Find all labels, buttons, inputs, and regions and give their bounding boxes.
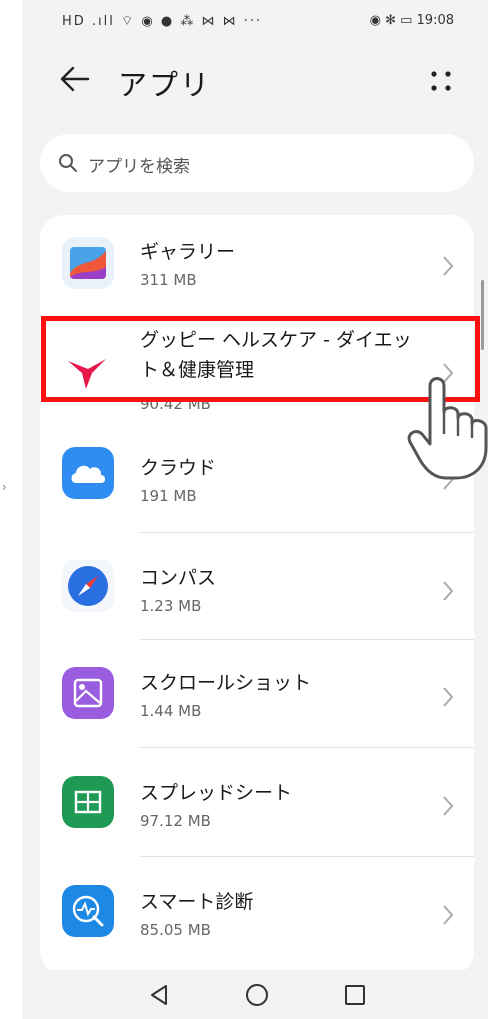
smart-diagnosis-icon xyxy=(62,885,114,937)
back-arrow-icon[interactable] xyxy=(58,62,92,96)
chevron-right-icon xyxy=(443,687,454,707)
app-bar: アプリ xyxy=(22,44,488,116)
back-triangle-icon[interactable] xyxy=(146,982,172,1008)
app-size: 1.23 MB xyxy=(140,597,202,615)
pointing-hand-icon xyxy=(407,377,488,480)
app-name: スクロールショット xyxy=(140,672,312,694)
app-size: 311 MB xyxy=(140,271,197,289)
app-name: コンパス xyxy=(140,567,217,589)
status-left-icons: HD .ıll ⌔ ◉ ● ⁂ ⋈ ⋈ ··· xyxy=(62,14,263,29)
chevron-right-icon xyxy=(443,796,454,816)
spreadsheet-icon xyxy=(62,776,114,828)
app-size: 191 MB xyxy=(140,487,197,505)
app-name: スマート診断 xyxy=(140,891,254,913)
app-size: 85.05 MB xyxy=(140,921,211,939)
chevron-right-icon xyxy=(443,256,454,276)
status-right-icons: ◉ ✻ ▭ xyxy=(369,13,413,28)
cloud-icon xyxy=(62,447,114,499)
list-item-spreadsheet[interactable]: スプレッドシート 97.12 MB xyxy=(40,748,474,856)
app-name: スプレッドシート xyxy=(140,782,293,804)
app-size: 1.44 MB xyxy=(140,702,202,720)
chevron-right-icon xyxy=(443,581,454,601)
status-time: 19:08 xyxy=(416,13,454,28)
phone-screen: HD .ıll ⌔ ◉ ● ⁂ ⋈ ⋈ ··· ◉ ✻ ▭ 19:08 アプリ … xyxy=(22,0,488,1019)
search-icon xyxy=(59,154,77,172)
status-right: ◉ ✻ ▭ 19:08 xyxy=(370,13,454,28)
more-options-icon[interactable] xyxy=(430,70,452,92)
scrollshot-icon xyxy=(62,667,114,719)
page-title: アプリ xyxy=(118,68,212,102)
search-bar[interactable]: アプリを検索 xyxy=(40,134,474,192)
system-nav-bar xyxy=(22,970,488,1019)
list-item-gallery[interactable]: ギャラリー 311 MB xyxy=(40,215,474,317)
list-item-smart-diagnosis[interactable]: スマート診断 85.05 MB xyxy=(40,857,474,967)
chevron-right-icon xyxy=(443,905,454,925)
app-name: ギャラリー xyxy=(140,241,236,263)
list-item-scrollshot[interactable]: スクロールショット 1.44 MB xyxy=(40,640,474,747)
app-size: 97.12 MB xyxy=(140,812,211,830)
home-circle-icon[interactable] xyxy=(244,982,270,1008)
recents-square-icon[interactable] xyxy=(342,982,368,1008)
edge-marker: › xyxy=(2,480,7,494)
search-placeholder: アプリを検索 xyxy=(88,157,190,177)
list-item-compass[interactable]: コンパス 1.23 MB xyxy=(40,533,474,639)
compass-icon xyxy=(62,560,114,612)
scrollbar[interactable] xyxy=(481,280,484,350)
gallery-icon xyxy=(62,237,114,289)
status-bar: HD .ıll ⌔ ◉ ● ⁂ ⋈ ⋈ ··· ◉ ✻ ▭ 19:08 xyxy=(22,0,488,44)
app-name: クラウド xyxy=(140,457,217,479)
